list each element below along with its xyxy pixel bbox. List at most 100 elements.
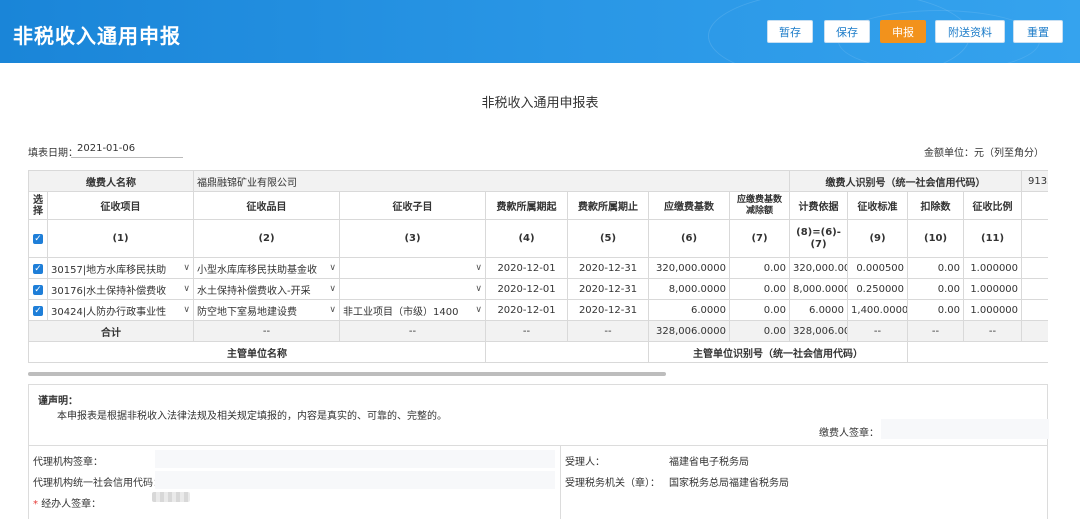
row-select-cell: ✓ [28,278,48,300]
minus-cell[interactable]: 0.00 [907,278,965,300]
supervisor-row: 主管单位名称 主管单位识别号（统一社会信用代码） [28,341,1048,363]
current-cell [1021,278,1048,300]
period-end-cell[interactable]: 2020-12-31 [567,278,649,300]
ratio-cell: 1.000000 [963,299,1023,321]
agent-seal-field[interactable] [155,450,555,468]
declaration-body: 本申报表是根据非税收入法律法规及相关规定填报的，内容是真实的、可靠的、完整的。 [57,411,447,422]
receiver-value: 福建省电子税务局 [669,457,749,468]
declaration-title: 谨声明： [38,396,78,407]
declaration-table-container[interactable]: 缴费人名称 福鼎融锦矿业有限公司 缴费人识别号（统一社会信用代码） 913509… [28,170,1048,370]
totals-base: 328,006.0000 [648,320,730,342]
minus-cell[interactable]: 0.00 [907,257,965,279]
project-select[interactable]: 30157|地方水库移民扶助 ∨ [47,257,194,279]
project-select[interactable]: 30424|人防办行政事业性 ∨ [47,299,194,321]
col-index-2: (2) [193,219,340,258]
select-all-cell: ✓ [28,219,48,258]
payer-signature-field[interactable] [881,419,1049,439]
totals-dash: -- [193,320,340,342]
chevron-down-icon: ∨ [183,263,190,273]
item-select[interactable]: 水土保持补偿费收入-开采 ∨ [193,278,340,300]
col-period-start-header: 费款所属期起 [485,191,568,220]
col-subitem-header: 征收子目 [339,191,486,220]
col-index-4: (4) [485,219,568,258]
standard-cell: 0.250000 [847,278,909,300]
period-start-cell[interactable]: 2020-12-01 [485,278,568,300]
period-start-cell[interactable]: 2020-12-01 [485,299,568,321]
col-index-11: (11) [963,219,1023,258]
horizontal-scrollbar[interactable] [28,372,666,376]
period-end-cell[interactable]: 2020-12-31 [567,257,649,279]
reset-button[interactable]: 重置 [1013,20,1063,43]
row-select-cell: ✓ [28,299,48,321]
basis-cell: 6.0000 [789,299,849,321]
col-ratio-header: 征收比例 [963,191,1023,220]
totals-dash: -- [485,320,568,342]
totals-dash: -- [963,320,1023,342]
temp-save-button[interactable]: 暂存 [767,20,813,43]
fill-date-input[interactable] [71,140,183,158]
supervisor-id-label: 主管单位识别号（统一社会信用代码） [647,341,909,363]
select-all-checkbox[interactable]: ✓ [33,234,43,244]
ratio-cell: 1.000000 [963,257,1023,279]
deduct-cell[interactable]: 0.00 [728,278,791,300]
col-item-header: 征收品目 [193,191,340,220]
tax-office-label: 受理税务机关（章）： [565,478,660,489]
subitem-select[interactable]: ∨ [339,278,486,300]
chevron-down-icon: ∨ [329,284,336,294]
column-header-row: 选择 征收项目 征收品目 征收子目 费款所属期起 费款所属期止 应缴费基数 应缴… [28,191,1048,220]
col-minus-header: 扣除数 [907,191,965,220]
amount-unit-note: 金额单位：元（列至角分） [924,148,1044,159]
totals-dash: -- [907,320,965,342]
current-cell [1021,299,1048,321]
totals-current [1021,320,1048,342]
col-project-header: 征收项目 [47,191,194,220]
col-index-8: (8)=(6)-(7) [789,219,849,258]
attach-materials-button[interactable]: 附送资料 [935,20,1005,43]
col-index-1: (1) [47,219,194,258]
payer-row: 缴费人名称 福鼎融锦矿业有限公司 缴费人识别号（统一社会信用代码） 913509… [28,170,1048,192]
totals-dash: -- [339,320,486,342]
row-checkbox[interactable]: ✓ [33,284,43,295]
base-cell[interactable]: 8,000.0000 [648,278,730,300]
standard-cell: 1,400.000000 [847,299,909,321]
totals-row: 合计 -- -- -- -- 328,006.0000 0.00 328,006… [28,320,1048,342]
deduct-cell[interactable]: 0.00 [728,257,791,279]
chevron-down-icon: ∨ [183,305,190,315]
agent-code-label: 代理机构统一社会信用代码： [33,478,163,489]
supervisor-name-input[interactable] [485,341,649,363]
minus-cell[interactable]: 0.00 [907,299,965,321]
chevron-down-icon: ∨ [329,263,336,273]
save-button[interactable]: 保存 [824,20,870,43]
section-divider [560,446,561,519]
row-checkbox[interactable]: ✓ [33,263,43,274]
subitem-select[interactable]: 非工业项目（市级）1400 ∨ [339,299,486,321]
col-index-10: (10) [907,219,965,258]
supervisor-id-input[interactable] [907,341,1048,363]
base-cell[interactable]: 320,000.0000 [648,257,730,279]
deduct-cell[interactable]: 0.00 [728,299,791,321]
supervisor-name-label: 主管单位名称 [28,341,486,363]
col-base-header: 应缴费基数 [648,191,730,220]
submit-declaration-button[interactable]: 申报 [880,20,926,43]
col-index-5: (5) [567,219,649,258]
receiver-label: 受理人： [565,457,605,468]
agent-code-field[interactable] [155,471,555,489]
agent-seal-label: 代理机构签章： [33,457,103,468]
totals-dash: -- [567,320,649,342]
redacted-handler-name [152,492,190,502]
standard-cell: 0.000500 [847,257,909,279]
item-select[interactable]: 小型水库库移民扶助基金收 ∨ [193,257,340,279]
col-basis-header: 计费依据 [789,191,849,220]
base-cell[interactable]: 6.0000 [648,299,730,321]
chevron-down-icon: ∨ [329,305,336,315]
ratio-cell: 1.000000 [963,278,1023,300]
item-select[interactable]: 防空地下室易地建设费 ∨ [193,299,340,321]
col-index-9: (9) [847,219,909,258]
row-checkbox[interactable]: ✓ [33,305,43,316]
period-start-cell[interactable]: 2020-12-01 [485,257,568,279]
subitem-select[interactable]: ∨ [339,257,486,279]
period-end-cell[interactable]: 2020-12-31 [567,299,649,321]
declaration-statement: 谨声明： 本申报表是根据非税收入法律法规及相关规定填报的，内容是真实的、可靠的、… [28,384,1049,446]
signature-section: 代理机构签章： 代理机构统一社会信用代码： * 经办人签章： 受理人： 福建省电… [28,446,1048,519]
project-select[interactable]: 30176|水土保持补偿费收 ∨ [47,278,194,300]
